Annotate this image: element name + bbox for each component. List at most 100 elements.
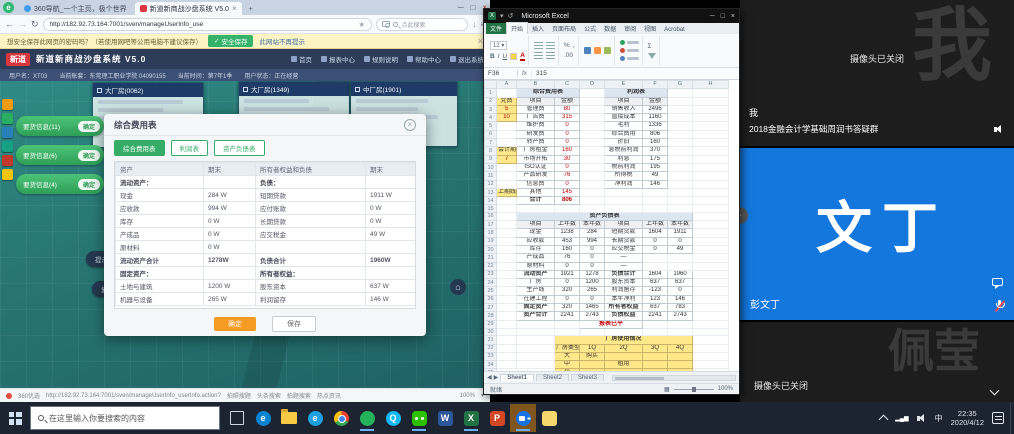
cell[interactable]: 265: [580, 287, 605, 295]
order-button[interactable]: 要货信息(4)确定: [16, 174, 104, 194]
cell[interactable]: [497, 361, 517, 369]
percent-style-button[interactable]: %: [564, 42, 570, 49]
cell[interactable]: 市场开拓: [517, 155, 555, 163]
cell[interactable]: 0: [668, 287, 693, 295]
align-center-icon[interactable]: [546, 42, 555, 49]
shortcut-icon[interactable]: [2, 127, 13, 138]
cell[interactable]: 金额: [555, 97, 580, 105]
cell[interactable]: 0: [580, 254, 605, 262]
nav-item-rules[interactable]: 规则说明: [364, 54, 398, 64]
cell[interactable]: [693, 89, 729, 97]
cell[interactable]: 资产负债表: [517, 212, 693, 220]
cell[interactable]: 0: [643, 237, 668, 245]
cell[interactable]: [605, 328, 643, 335]
minimize-button[interactable]: ─: [710, 13, 715, 20]
cell[interactable]: 0: [555, 295, 580, 303]
cell[interactable]: 146: [643, 180, 668, 188]
cell[interactable]: 994: [580, 237, 605, 245]
cell[interactable]: [497, 163, 517, 171]
cell[interactable]: [693, 237, 729, 245]
formula-value[interactable]: 315: [532, 70, 551, 77]
cell[interactable]: F: [643, 81, 668, 89]
nav-item-help[interactable]: 帮助中心: [407, 54, 441, 64]
cell[interactable]: 1200: [580, 279, 605, 287]
brand-label[interactable]: 360优选: [18, 391, 40, 400]
cell[interactable]: 息税前利润: [605, 147, 643, 155]
fx-icon[interactable]: fx: [518, 70, 532, 77]
cell[interactable]: 637: [643, 304, 668, 312]
cell[interactable]: 2Q: [605, 344, 643, 352]
cell[interactable]: 广告费: [517, 114, 555, 122]
notification-center-icon[interactable]: [992, 412, 1004, 424]
cell[interactable]: 0: [555, 130, 580, 138]
cell[interactable]: 7: [497, 155, 517, 163]
cell[interactable]: [580, 205, 605, 212]
decimal-button[interactable]: .00: [564, 52, 573, 59]
cell[interactable]: 0: [580, 295, 605, 303]
cell[interactable]: [580, 361, 605, 369]
cell[interactable]: 报表已平: [580, 320, 643, 328]
cell[interactable]: 0: [580, 262, 605, 270]
cell[interactable]: 0: [668, 237, 693, 245]
cell[interactable]: 应交税金: [605, 245, 643, 253]
cell[interactable]: [497, 172, 517, 180]
cell[interactable]: 1465: [580, 304, 605, 312]
cell[interactable]: [668, 352, 693, 360]
cell[interactable]: [643, 352, 668, 360]
cell[interactable]: [605, 352, 643, 360]
cell[interactable]: [693, 197, 729, 205]
cell[interactable]: [693, 352, 729, 360]
input-method-indicator[interactable]: 中: [935, 413, 943, 424]
forward-button[interactable]: →: [18, 19, 27, 29]
downloads-icon[interactable]: ↓: [472, 20, 476, 29]
cell[interactable]: [693, 97, 729, 105]
browser-tab-home[interactable]: 360导航_一个主页，极个世界: [19, 2, 132, 15]
cell[interactable]: [497, 197, 517, 205]
cell[interactable]: 信息费: [517, 180, 555, 188]
cell[interactable]: 2241: [555, 312, 580, 320]
cell[interactable]: [497, 221, 517, 229]
cell[interactable]: 产成品: [517, 254, 555, 262]
cell[interactable]: [693, 229, 729, 237]
sheet-nav-last-icon[interactable]: ▶: [494, 374, 499, 381]
cell[interactable]: [668, 122, 693, 130]
cell[interactable]: [693, 105, 729, 113]
cell[interactable]: 806: [643, 130, 668, 138]
cell[interactable]: 利息: [605, 155, 643, 163]
shortcut-icon[interactable]: [2, 113, 13, 124]
cell[interactable]: [580, 89, 605, 97]
cell[interactable]: [693, 114, 729, 122]
cell[interactable]: [693, 139, 729, 147]
cell[interactable]: 产品研发: [517, 172, 555, 180]
cell[interactable]: [580, 114, 605, 122]
cell[interactable]: [693, 221, 729, 229]
taskbar-item-360browser[interactable]: [354, 404, 380, 432]
cell[interactable]: [668, 320, 693, 328]
tab-profit[interactable]: 利润表: [171, 140, 209, 156]
cell[interactable]: [668, 172, 693, 180]
meeting-tile-third[interactable]: 佩莹 摄像头已关闭: [740, 322, 1014, 402]
taskbar-item-explorer[interactable]: [276, 404, 302, 432]
cell[interactable]: 应收款: [517, 237, 555, 245]
cell[interactable]: 在建工程: [517, 295, 555, 303]
align-left-icon[interactable]: [534, 42, 543, 49]
cell[interactable]: 股东资本: [605, 279, 643, 287]
cell[interactable]: 4Q: [668, 344, 693, 352]
quick-link[interactable]: 头条搜索: [257, 391, 281, 400]
horizontal-scrollbar[interactable]: [612, 375, 736, 381]
shortcut-icon[interactable]: [2, 141, 13, 152]
speaker-icon[interactable]: [994, 125, 1004, 134]
cell[interactable]: 284: [580, 229, 605, 237]
cell[interactable]: 维护费: [517, 122, 555, 130]
cell[interactable]: [580, 130, 605, 138]
cell[interactable]: [668, 361, 693, 369]
sheet-nav-first-icon[interactable]: ◀: [487, 374, 492, 381]
cell[interactable]: [693, 279, 729, 287]
cell[interactable]: 库存: [517, 245, 555, 253]
confirm-chip[interactable]: 确定: [78, 121, 100, 132]
cell[interactable]: 所得税: [605, 172, 643, 180]
cell[interactable]: 党费: [497, 97, 517, 105]
modal-close-icon[interactable]: ×: [404, 119, 416, 131]
cell[interactable]: [497, 304, 517, 312]
cell[interactable]: [555, 205, 580, 212]
